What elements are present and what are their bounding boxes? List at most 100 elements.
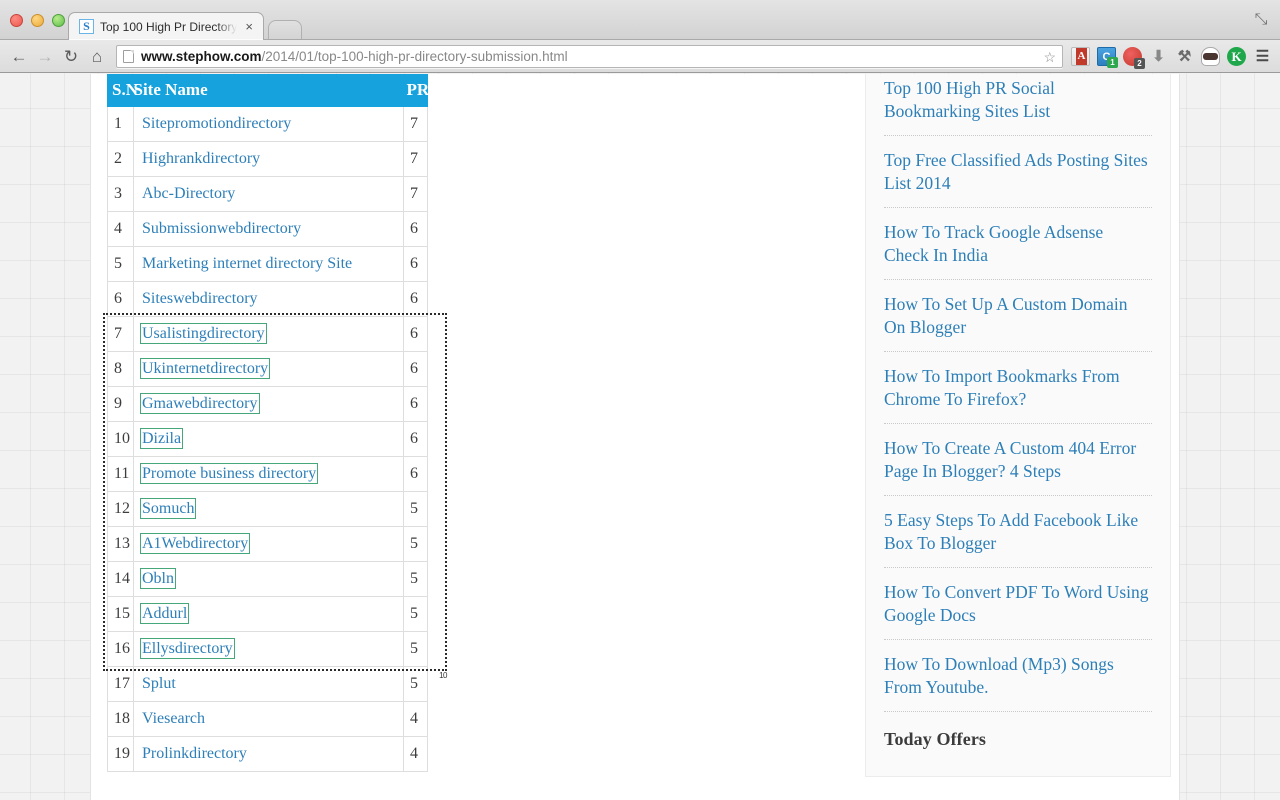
minimize-window-button[interactable] bbox=[31, 14, 44, 27]
site-link[interactable]: Marketing internet directory Site bbox=[142, 255, 352, 272]
table-row: 16 Ellysdirectory 5 bbox=[107, 631, 428, 667]
sidebar-link[interactable]: How To Set Up A Custom Domain On Blogger bbox=[884, 280, 1152, 351]
site-link[interactable]: Somuch bbox=[139, 497, 197, 519]
cell-pr: 5 bbox=[403, 666, 428, 702]
cell-serial: 19 bbox=[107, 736, 134, 772]
site-link[interactable]: Usalistingdirectory bbox=[140, 322, 267, 344]
sidebar-link[interactable]: Top Free Classified Ads Posting Sites Li… bbox=[884, 136, 1152, 207]
cell-site-name: Promote business directory bbox=[133, 456, 404, 492]
reload-button[interactable]: ↻ bbox=[58, 48, 84, 65]
cell-pr: 7 bbox=[403, 176, 428, 212]
site-link[interactable]: A1Webdirectory bbox=[139, 532, 251, 554]
site-link[interactable]: Sitepromotiondirectory bbox=[142, 115, 291, 132]
table-row: 10 Dizila 6 bbox=[107, 421, 428, 457]
table-row: 12 Somuch 5 bbox=[107, 491, 428, 527]
table-row: 6 Siteswebdirectory 6 bbox=[107, 281, 428, 317]
cell-site-name: Usalistingdirectory bbox=[133, 316, 404, 352]
bookmark-star-icon[interactable]: ☆ bbox=[1043, 49, 1056, 65]
column-header-site-name: Site Name bbox=[133, 74, 404, 107]
window-controls bbox=[10, 14, 65, 27]
cell-pr: 4 bbox=[403, 736, 428, 772]
table-header-row: S.N Site Name PR bbox=[107, 74, 429, 107]
page-viewport[interactable]: S.N Site Name PR 1 Sitepromotiondirectory… bbox=[0, 74, 1280, 800]
chrome-badge-extension-icon[interactable]: C1 bbox=[1097, 46, 1118, 68]
incognito-mask-icon[interactable] bbox=[1201, 46, 1220, 66]
extension-badge-count: 2 bbox=[1134, 57, 1145, 69]
table-row: 9 Gmawebdirectory 6 bbox=[107, 386, 428, 422]
site-link[interactable]: Abc-Directory bbox=[142, 185, 235, 202]
cell-pr: 6 bbox=[403, 456, 428, 492]
site-link[interactable]: Ukinternetdirectory bbox=[139, 357, 271, 379]
site-link[interactable]: Highrankdirectory bbox=[142, 150, 260, 167]
fullscreen-icon[interactable]: ⤡ bbox=[1250, 10, 1272, 30]
sidebar-link[interactable]: How To Create A Custom 404 Error Page In… bbox=[884, 424, 1152, 495]
wrench-icon[interactable]: ⚒ bbox=[1175, 47, 1194, 66]
zoom-window-button[interactable] bbox=[52, 14, 65, 27]
browser-toolbar: ← → ↻ ⌂ www.stephow.com/2014/01/top-100-… bbox=[0, 40, 1280, 73]
site-link[interactable]: Promote business directory bbox=[139, 462, 319, 484]
cell-serial: 15 bbox=[107, 596, 134, 632]
site-link[interactable]: Submissionwebdirectory bbox=[142, 220, 301, 237]
close-window-button[interactable] bbox=[10, 14, 23, 27]
cell-pr: 6 bbox=[403, 211, 428, 247]
sidebar-link[interactable]: How To Track Google Adsense Check In Ind… bbox=[884, 208, 1152, 279]
table-row: 13 A1Webdirectory 5 bbox=[107, 526, 428, 562]
sidebar-link[interactable]: How To Download (Mp3) Songs From Youtube… bbox=[884, 640, 1152, 711]
cell-site-name: Ellysdirectory bbox=[133, 631, 404, 667]
table-row: 15 Addurl 5 bbox=[107, 596, 428, 632]
back-button[interactable]: ← bbox=[6, 48, 32, 65]
sidebar-link[interactable]: How To Import Bookmarks From Chrome To F… bbox=[884, 352, 1152, 423]
site-link[interactable]: Dizila bbox=[139, 427, 184, 449]
site-link[interactable]: Obln bbox=[140, 567, 176, 589]
download-arrow-icon[interactable]: ⬇ bbox=[1149, 47, 1168, 66]
cell-site-name: Sitepromotiondirectory bbox=[133, 106, 404, 142]
cell-pr: 5 bbox=[403, 526, 428, 562]
sidebar-link[interactable]: How To Convert PDF To Word Using Google … bbox=[884, 568, 1152, 639]
site-link[interactable]: Gmawebdirectory bbox=[140, 392, 260, 414]
browser-window: S Top 100 High Pr Directory × ⤡ ← → ↻ ⌂ … bbox=[0, 0, 1280, 800]
address-bar[interactable]: www.stephow.com/2014/01/top-100-high-pr-… bbox=[116, 44, 1063, 68]
cell-serial: 7 bbox=[107, 316, 134, 352]
cell-site-name: Dizila bbox=[133, 421, 404, 457]
cell-pr: 4 bbox=[403, 701, 428, 737]
browser-tab[interactable]: S Top 100 High Pr Directory × bbox=[68, 12, 264, 40]
url-text: www.stephow.com/2014/01/top-100-high-pr-… bbox=[141, 49, 568, 64]
opera-badge-extension-icon[interactable]: 2 bbox=[1123, 46, 1145, 69]
cell-site-name: Obln bbox=[133, 561, 404, 597]
new-tab-button[interactable] bbox=[267, 20, 302, 39]
cell-serial: 14 bbox=[107, 561, 134, 597]
cell-serial: 11 bbox=[107, 456, 134, 492]
cell-serial: 6 bbox=[107, 281, 134, 317]
page-info-icon[interactable] bbox=[123, 49, 134, 63]
table-row: 11 Promote business directory 6 bbox=[107, 456, 428, 492]
kaspersky-icon[interactable]: K bbox=[1227, 46, 1246, 66]
dictionary-extension-icon[interactable] bbox=[1071, 46, 1090, 66]
cell-site-name: Ukinternetdirectory bbox=[133, 351, 404, 387]
site-favicon-icon: S bbox=[79, 19, 94, 34]
site-link[interactable]: Splut bbox=[142, 675, 176, 692]
close-tab-icon[interactable]: × bbox=[243, 20, 255, 33]
hamburger-menu-icon[interactable]: ☰ bbox=[1253, 47, 1272, 66]
extension-toolbar: C1 2 ⬇ ⚒ K ☰ bbox=[1071, 46, 1280, 69]
site-link[interactable]: Viesearch bbox=[142, 710, 205, 727]
site-link[interactable]: Prolinkdirectory bbox=[142, 745, 247, 762]
home-button[interactable]: ⌂ bbox=[84, 48, 110, 65]
cell-pr: 7 bbox=[403, 141, 428, 177]
forward-button[interactable]: → bbox=[32, 48, 58, 65]
cell-site-name: Prolinkdirectory bbox=[133, 736, 404, 772]
column-header-pr: PR bbox=[403, 74, 429, 107]
table-row: 17 Splut 5 bbox=[107, 666, 428, 702]
sidebar-link[interactable]: 5 Easy Steps To Add Facebook Like Box To… bbox=[884, 496, 1152, 567]
cell-pr: 6 bbox=[403, 421, 428, 457]
site-link[interactable]: Ellysdirectory bbox=[140, 637, 235, 659]
site-link[interactable]: Siteswebdirectory bbox=[142, 290, 258, 307]
table-row: 1 Sitepromotiondirectory 7 bbox=[107, 106, 428, 142]
url-domain: www.stephow.com bbox=[141, 48, 262, 64]
cell-pr: 5 bbox=[403, 631, 428, 667]
cell-serial: 5 bbox=[107, 246, 134, 282]
cell-site-name: Viesearch bbox=[133, 701, 404, 737]
cell-pr: 5 bbox=[403, 561, 428, 597]
sidebar-link[interactable]: Top 100 High PR Social Bookmarking Sites… bbox=[884, 74, 1152, 135]
sidebar-link-list: Top 100 High PR Social Bookmarking Sites… bbox=[884, 74, 1152, 712]
site-link[interactable]: Addurl bbox=[139, 602, 190, 624]
